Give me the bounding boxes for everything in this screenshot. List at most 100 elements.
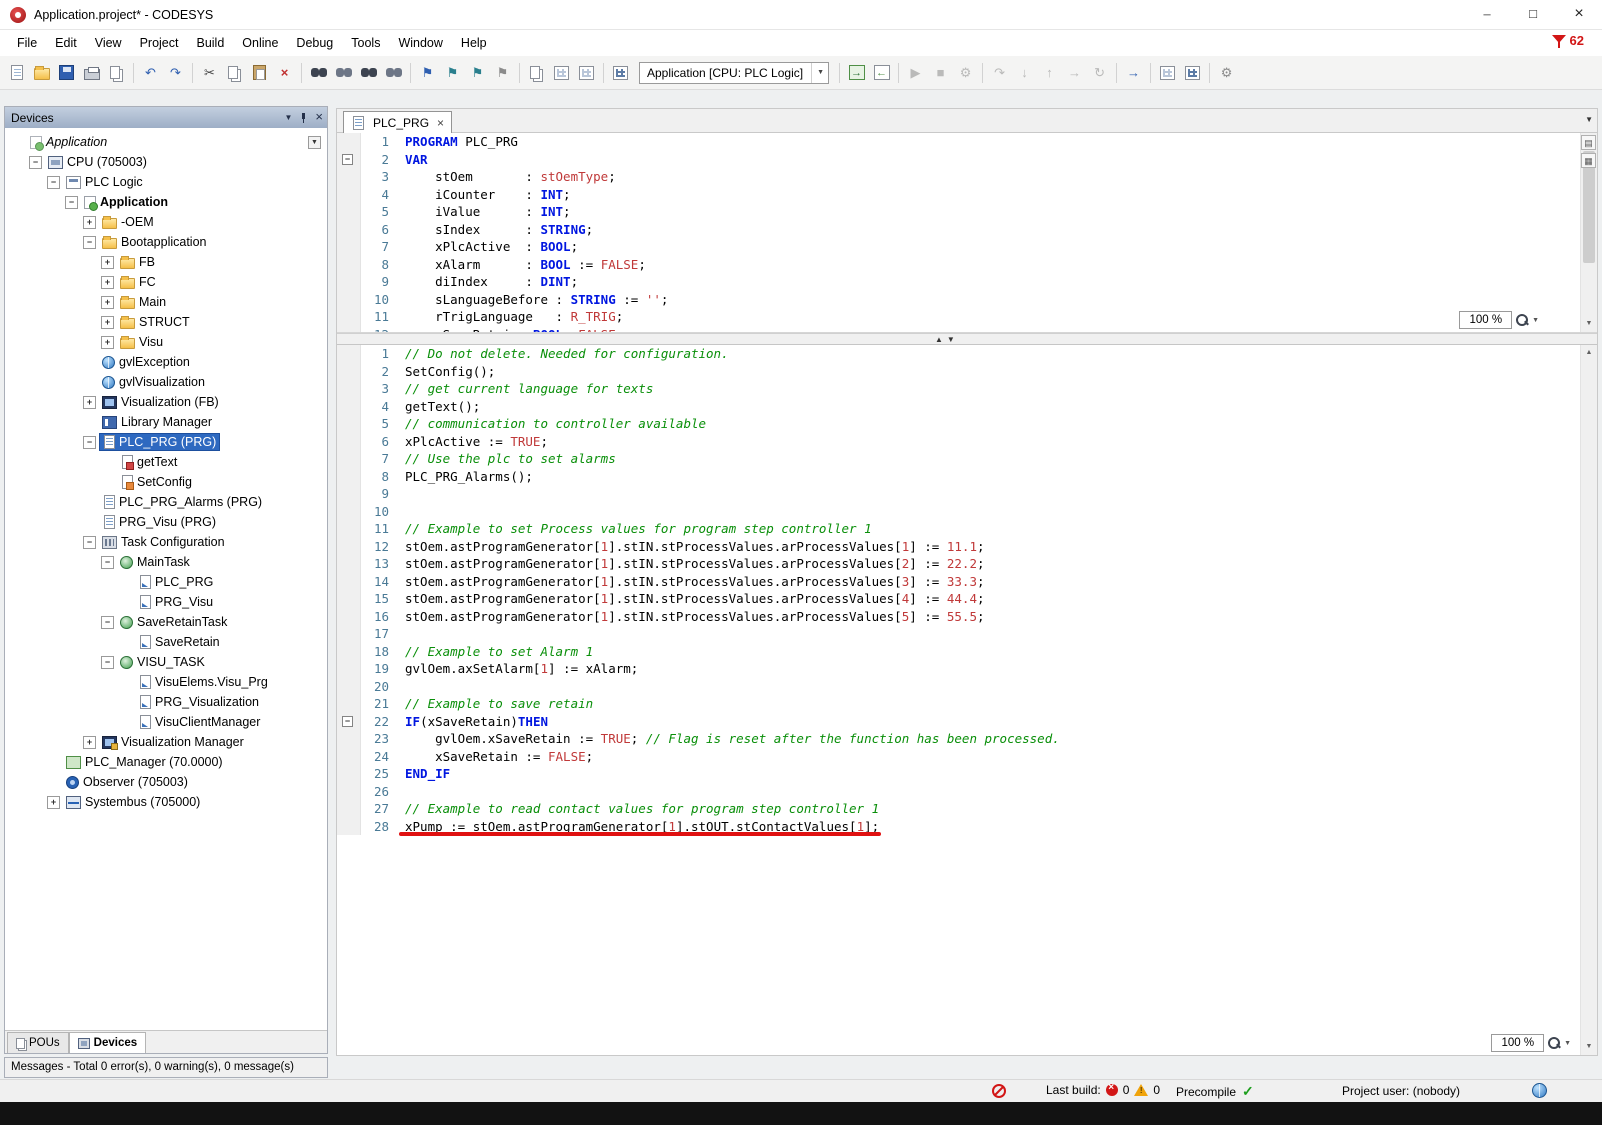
code-line[interactable]: 9 diIndex : DINT; [337, 273, 1580, 291]
code-line[interactable]: 17 [337, 625, 1580, 643]
redo-button[interactable]: ↷ [163, 61, 188, 85]
code-line[interactable]: 12stOem.astProgramGenerator[1].stIN.stPr… [337, 538, 1580, 556]
paste-button[interactable] [247, 61, 272, 85]
code-line[interactable]: 6 sIndex : STRING; [337, 221, 1580, 239]
zoom-dropdown-icon[interactable] [1564, 1040, 1571, 1047]
collapse-icon[interactable]: − [29, 156, 42, 169]
minimize-button[interactable] [1464, 0, 1510, 30]
expand-icon[interactable]: + [47, 796, 60, 809]
page-copy-button[interactable] [104, 61, 129, 85]
pane-splitter[interactable] [337, 333, 1597, 345]
login-button[interactable]: → [844, 61, 869, 85]
tree-item[interactable]: +Main [5, 292, 327, 312]
code-line[interactable]: 4 iCounter : INT; [337, 186, 1580, 204]
zoom-level[interactable]: 100 % [1459, 311, 1512, 329]
expand-icon[interactable]: + [101, 256, 114, 269]
expand-icon[interactable]: + [83, 396, 96, 409]
code-line[interactable]: −2VAR [337, 151, 1580, 169]
expand-icon[interactable]: + [101, 336, 114, 349]
code-line[interactable]: 12 xSaveRetain: BOOL:=FALSE; [337, 326, 1580, 334]
menu-edit[interactable]: Edit [46, 30, 86, 56]
tree-item[interactable]: SaveRetain [5, 632, 327, 652]
fold-collapse-icon[interactable]: − [337, 151, 361, 169]
tree-item[interactable]: −MainTask [5, 552, 327, 572]
tree-item[interactable]: −Task Configuration [5, 532, 327, 552]
tree-item[interactable]: VisuClientManager [5, 712, 327, 732]
menu-window[interactable]: Window [389, 30, 451, 56]
collapse-down-icon[interactable] [947, 334, 955, 345]
code-line[interactable]: 18// Example to set Alarm 1 [337, 643, 1580, 661]
reset-warm-button[interactable]: ↻ [1087, 61, 1112, 85]
clear-bookmarks-button[interactable]: ⚑ [490, 61, 515, 85]
cut-button[interactable]: ✂ [197, 61, 222, 85]
tree-item[interactable]: +Visualization Manager [5, 732, 327, 752]
expand-icon[interactable]: + [101, 276, 114, 289]
code-line[interactable]: 10 [337, 503, 1580, 521]
code-line[interactable]: 1// Do not delete. Needed for configurat… [337, 345, 1580, 363]
replace-button[interactable] [331, 61, 356, 85]
implementation-editor[interactable]: 1// Do not delete. Needed for configurat… [337, 345, 1597, 1055]
menu-build[interactable]: Build [187, 30, 233, 56]
code-line[interactable]: 21// Example to save retain [337, 695, 1580, 713]
tab-devices[interactable]: Devices [69, 1032, 146, 1053]
find-button[interactable] [306, 61, 331, 85]
step-out-button[interactable]: ↑ [1037, 61, 1062, 85]
code-line[interactable]: 26 [337, 783, 1580, 801]
code-line[interactable]: 15stOem.astProgramGenerator[1].stIN.stPr… [337, 590, 1580, 608]
menu-file[interactable]: File [8, 30, 46, 56]
refactoring-button[interactable]: ⚙ [1214, 61, 1239, 85]
compare-objects-button[interactable] [524, 61, 549, 85]
error-filter-badge[interactable]: 62 [1552, 33, 1584, 48]
fold-collapse-icon[interactable]: − [337, 713, 361, 731]
code-line[interactable]: 3// get current language for texts [337, 380, 1580, 398]
display-mode-button[interactable] [1180, 61, 1205, 85]
tree-item[interactable]: gvlException [5, 352, 327, 372]
code-line[interactable]: 8 xAlarm : BOOL := FALSE; [337, 256, 1580, 274]
flow-control-button[interactable] [1155, 61, 1180, 85]
menu-project[interactable]: Project [131, 30, 188, 56]
previous-bookmark-button[interactable]: ⚑ [465, 61, 490, 85]
print-button[interactable] [79, 61, 104, 85]
code-line[interactable]: 5// communication to controller availabl… [337, 415, 1580, 433]
code-line[interactable]: 1PROGRAM PLC_PRG [337, 133, 1580, 151]
tree-item[interactable]: +FC [5, 272, 327, 292]
single-cycle-button[interactable]: ⚙ [953, 61, 978, 85]
implementation-scrollbar[interactable] [1580, 345, 1597, 1055]
code-line[interactable]: 25END_IF [337, 765, 1580, 783]
code-line[interactable]: 7// Use the plc to set alarms [337, 450, 1580, 468]
close-button[interactable] [1556, 0, 1602, 30]
tree-item[interactable]: −Bootapplication [5, 232, 327, 252]
tab-pous[interactable]: POUs [7, 1032, 69, 1053]
collapse-icon[interactable]: − [83, 436, 96, 449]
collapse-icon[interactable]: − [65, 196, 78, 209]
collapse-icon[interactable]: − [47, 176, 60, 189]
tree-item[interactable]: getText [5, 452, 327, 472]
tree-item[interactable]: Observer (705003) [5, 772, 327, 792]
pin-icon[interactable] [299, 113, 308, 122]
code-line[interactable]: 11 rTrigLanguage : R_TRIG; [337, 308, 1580, 326]
open-project-button[interactable] [29, 61, 54, 85]
tree-item[interactable]: PRG_Visualization [5, 692, 327, 712]
tree-item[interactable]: −Application [5, 192, 327, 212]
tree-item[interactable]: +STRUCT [5, 312, 327, 332]
replace-in-project-button[interactable] [381, 61, 406, 85]
tree-item[interactable]: +Systembus (705000) [5, 792, 327, 812]
find-in-project-button[interactable] [356, 61, 381, 85]
tree-item[interactable]: −PLC Logic [5, 172, 327, 192]
collapse-icon[interactable]: − [83, 536, 96, 549]
code-line[interactable]: 19gvlOem.axSetAlarm[1] := xAlarm; [337, 660, 1580, 678]
declaration-editor[interactable]: 1PROGRAM PLC_PRG−2VAR3 stOem : stOemType… [337, 133, 1597, 333]
tree-item[interactable]: PLC_PRG_Alarms (PRG) [5, 492, 327, 512]
code-line[interactable]: 10 sLanguageBefore : STRING := ''; [337, 291, 1580, 309]
code-line[interactable]: 16stOem.astProgramGenerator[1].stIN.stPr… [337, 608, 1580, 626]
export-button[interactable] [549, 61, 574, 85]
collapse-up-icon[interactable] [935, 334, 943, 345]
properties-toggle-button[interactable]: ▦ [1581, 153, 1596, 168]
scroll-up-icon[interactable] [1581, 345, 1597, 361]
tree-item[interactable]: −SaveRetainTask [5, 612, 327, 632]
tree-item[interactable]: VisuElems.Visu_Prg [5, 672, 327, 692]
tab-list-icon[interactable] [1585, 115, 1593, 124]
tab-plc-prg[interactable]: PLC_PRG × [343, 111, 452, 133]
start-button[interactable]: ▶ [903, 61, 928, 85]
close-tab-icon[interactable]: × [437, 116, 444, 130]
